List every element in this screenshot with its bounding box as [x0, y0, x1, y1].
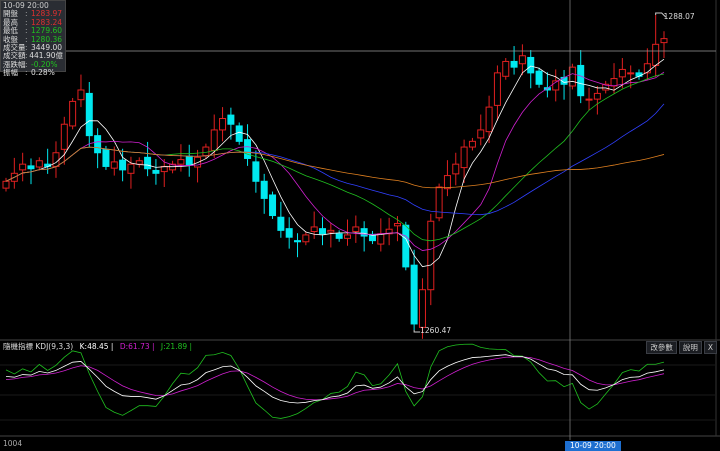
candle-up — [202, 146, 210, 157]
candle-down — [319, 228, 327, 235]
candle-down — [277, 216, 285, 231]
kdj-legend: 隨機指標 KDJ(9,3,3) K:48.45 | D:61.73 | J:21… — [3, 341, 196, 352]
candle-up — [69, 100, 77, 127]
candle-down — [227, 114, 235, 125]
candle-up — [610, 78, 618, 87]
candle-down — [285, 228, 293, 238]
candle-down — [85, 92, 93, 137]
candle-down — [185, 155, 193, 166]
kdj-d-line — [5, 356, 665, 401]
candle-down — [119, 159, 127, 171]
candle-up — [77, 89, 85, 101]
candle-down — [102, 148, 110, 167]
candle-up — [652, 43, 660, 66]
candle-up — [418, 289, 426, 328]
candle-up — [660, 38, 668, 44]
candle-down — [410, 264, 418, 325]
candle-up — [310, 226, 318, 233]
candle-up — [627, 72, 635, 75]
candle-up — [177, 159, 185, 165]
kdj-k-value: K:48.45 | — [79, 342, 114, 351]
candle-up — [127, 163, 135, 174]
crosshair-time-tag: 10-09 20:00 — [565, 441, 621, 451]
candle-down — [360, 228, 368, 237]
info-value: 0.28% — [31, 68, 55, 78]
candle-down — [152, 169, 160, 174]
ohlc-info-panel: 10-09 20:00 開盤:1283.97 最高:1283.24 最低:1279.… — [0, 0, 66, 77]
candle-down — [635, 72, 643, 77]
candle-up — [135, 160, 143, 165]
candle-up — [502, 60, 510, 77]
close-indicator-button[interactable]: X — [703, 341, 717, 354]
candle-up — [210, 129, 218, 151]
candle-up — [452, 163, 460, 175]
high-price-label: 1288.07 — [664, 12, 695, 21]
candle-down — [510, 60, 518, 68]
candle-up — [19, 163, 27, 171]
kdj-d-value: D:61.73 | — [119, 342, 155, 351]
candle-down — [527, 56, 535, 74]
candle-up — [593, 92, 601, 100]
candle-up — [493, 72, 501, 106]
candle-up — [643, 63, 651, 74]
candle-up — [52, 152, 60, 167]
candle-up — [60, 123, 68, 150]
change-params-button[interactable]: 改參數 — [646, 341, 677, 354]
candle-down — [244, 139, 252, 159]
candle-down — [27, 165, 35, 170]
candle-up — [377, 233, 385, 245]
candle-up — [393, 223, 401, 227]
candle-down — [402, 224, 410, 268]
candle-up — [35, 160, 43, 168]
low-price-label: 1260.47 — [420, 326, 451, 335]
candle-up — [110, 161, 118, 169]
candle-up — [302, 234, 310, 243]
candle-up — [427, 220, 435, 291]
candle-up — [352, 226, 360, 233]
kdj-j-value: J:21.89 | — [160, 342, 193, 351]
candle-up — [468, 140, 476, 148]
candle-up — [485, 106, 493, 133]
kdj-j-line — [5, 343, 665, 419]
kdj-name: 隨機指標 KDJ(9,3,3) — [3, 342, 74, 351]
candle-up — [327, 229, 335, 233]
candle-up — [477, 129, 485, 139]
candle-down — [260, 180, 268, 199]
help-button[interactable]: 說明 — [678, 341, 702, 354]
candle-down — [335, 233, 343, 239]
candle-up — [585, 98, 593, 101]
candle-up — [2, 180, 10, 189]
candle-down — [94, 135, 102, 154]
kdj-k-line — [5, 354, 665, 404]
candle-down — [294, 240, 302, 243]
info-row: 振幅:0.28% — [3, 68, 63, 78]
candle-up — [443, 175, 451, 190]
candle-up — [460, 146, 468, 169]
candle-down — [269, 194, 277, 217]
candle-up — [435, 186, 443, 219]
info-label: 振幅 — [3, 68, 18, 78]
candle-up — [518, 55, 526, 65]
candle-down — [252, 161, 260, 182]
axis-label: 1004 — [3, 439, 23, 448]
candle-down — [235, 125, 243, 142]
candle-down — [144, 156, 152, 170]
candle-up — [343, 234, 351, 239]
kline-chart[interactable]: 1288.07 1260.47 — [0, 0, 720, 451]
candle-down — [535, 70, 543, 85]
candle-down — [577, 64, 585, 97]
candle-up — [618, 68, 626, 78]
candle-up — [219, 118, 227, 131]
